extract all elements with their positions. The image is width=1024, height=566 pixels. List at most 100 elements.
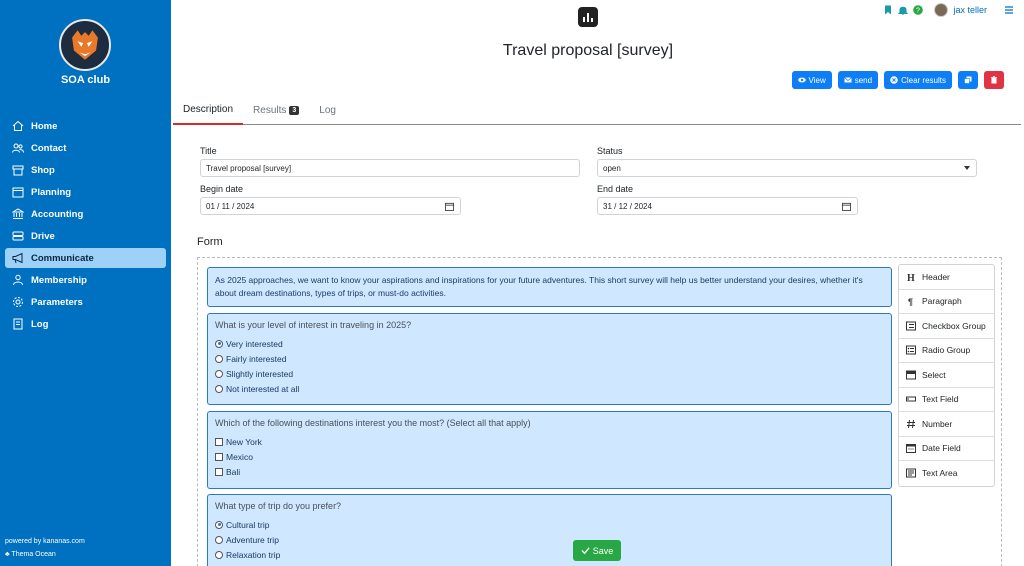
palette-radio-group[interactable]: Radio Group	[899, 339, 994, 363]
radio-option[interactable]: Adventure trip	[215, 532, 884, 547]
check-icon	[581, 547, 590, 555]
drive-icon	[12, 231, 24, 241]
radio-button[interactable]	[215, 535, 223, 544]
radio-option[interactable]: Slightly interested	[215, 366, 884, 381]
radio-option[interactable]: Not interested at all	[215, 381, 884, 396]
sidebar-item-accounting[interactable]: Accounting	[5, 204, 166, 224]
title-input[interactable]: Travel proposal [survey]	[200, 159, 580, 177]
radio-option[interactable]: Fairly interested	[215, 351, 884, 366]
delete-button[interactable]	[984, 71, 1004, 89]
sidebar-item-contact[interactable]: Contact	[5, 138, 166, 158]
radio-option[interactable]: Relaxation trip	[215, 547, 884, 562]
intro-paragraph: As 2025 approaches, we want to know your…	[215, 275, 863, 298]
calendar-icon	[12, 187, 24, 198]
theme-label: Thema Ocean	[11, 551, 56, 558]
help-icon[interactable]: ?	[913, 5, 924, 15]
sidebar-item-home[interactable]: Home	[5, 116, 166, 136]
palette-select[interactable]: Select	[899, 363, 994, 388]
option-label: Fairly interested	[226, 353, 287, 364]
list-icon	[906, 345, 916, 355]
sidebar-item-log[interactable]: Log	[5, 314, 166, 334]
checkbox[interactable]	[215, 437, 223, 446]
radio-group-field[interactable]: What type of trip do you prefer? Cultura…	[207, 494, 892, 566]
end-date-label: End date	[597, 184, 634, 194]
clear-results-button[interactable]: Clear results	[884, 71, 952, 89]
user-name[interactable]: jax teller	[953, 5, 987, 15]
radio-option[interactable]: Cultural trip	[215, 517, 884, 532]
view-label: View	[808, 75, 826, 85]
palette-text-area[interactable]: Text Area	[899, 461, 994, 486]
title-value: Travel proposal [survey]	[206, 163, 292, 173]
palette-checkbox-group[interactable]: Checkbox Group	[899, 314, 994, 339]
journal-icon	[13, 318, 23, 330]
sidebar-item-label: Parameters	[31, 296, 83, 308]
checkbox-group-field[interactable]: Which of the following destinations inte…	[207, 411, 892, 489]
sidebar-item-planning[interactable]: Planning	[5, 182, 166, 202]
radio-button[interactable]	[215, 520, 223, 529]
view-button[interactable]: View	[791, 71, 832, 89]
paragraph-field[interactable]: As 2025 approaches, we want to know your…	[207, 267, 892, 307]
palette-paragraph[interactable]: ¶ Paragraph	[899, 290, 994, 314]
club-name: SOA club	[60, 74, 111, 86]
radio-button[interactable]	[215, 550, 223, 559]
sidebar-item-membership[interactable]: Membership	[5, 270, 166, 290]
textbox-icon	[906, 396, 916, 402]
duplicate-button[interactable]	[958, 71, 978, 89]
user-avatar[interactable]	[934, 3, 949, 17]
tab-results[interactable]: Results 3	[243, 96, 309, 125]
bookmark-icon[interactable]	[883, 5, 893, 15]
x-circle-icon	[890, 76, 898, 84]
club-logo[interactable]	[59, 19, 111, 71]
sidebar-item-communicate[interactable]: Communicate	[5, 248, 166, 268]
checkbox-option[interactable]: New York	[215, 434, 884, 449]
palette-text-field[interactable]: Text Field	[899, 388, 994, 412]
sidebar: SOA club Home Contact Shop Planning Acco…	[0, 0, 171, 566]
checkbox-option[interactable]: Mexico	[215, 449, 884, 464]
checkbox[interactable]	[215, 452, 223, 461]
begin-date-label: Begin date	[200, 184, 244, 194]
bell-icon[interactable]	[898, 5, 909, 15]
save-button[interactable]: Save	[573, 540, 621, 561]
radio-group-field[interactable]: What is your level of interest in travel…	[207, 313, 892, 405]
powered-by-text[interactable]: powered by kananas.com	[5, 538, 85, 545]
option-label: Bali	[226, 466, 241, 477]
sidebar-item-parameters[interactable]: Parameters	[5, 292, 166, 312]
calendar-icon[interactable]	[842, 202, 851, 211]
page-title: Travel proposal [survey]	[502, 42, 674, 59]
checklist-icon	[906, 321, 916, 331]
begin-date-input[interactable]: 01 / 11 / 2024	[200, 197, 461, 215]
radio-button[interactable]	[215, 339, 223, 348]
sidebar-item-shop[interactable]: Shop	[5, 160, 166, 180]
end-date-input[interactable]: 31 / 12 / 2024	[597, 197, 858, 215]
sidebar-item-drive[interactable]: Drive	[5, 226, 166, 246]
radio-button[interactable]	[215, 354, 223, 363]
palette-date-field[interactable]: Date Field	[899, 437, 994, 461]
svg-text:¶: ¶	[908, 297, 913, 306]
palette-header[interactable]: H Header	[899, 265, 994, 290]
status-select[interactable]: open	[597, 159, 977, 177]
sidebar-nav: Home Contact Shop Planning Accounting Dr…	[5, 116, 166, 336]
menu-icon[interactable]	[1004, 5, 1014, 15]
palette-number[interactable]: Number	[899, 412, 994, 437]
palette-label: Header	[922, 271, 950, 282]
trash-icon	[991, 76, 997, 84]
tab-description[interactable]: Description	[173, 96, 244, 125]
question-label: Which of the following destinations inte…	[215, 418, 531, 428]
sidebar-item-label: Shop	[31, 164, 55, 176]
tab-log[interactable]: Log	[309, 96, 346, 125]
calendar-icon[interactable]	[445, 202, 454, 211]
send-button[interactable]: send	[837, 71, 879, 89]
shop-icon	[12, 165, 24, 176]
radio-button[interactable]	[215, 369, 223, 378]
svg-text:?: ?	[917, 8, 921, 15]
option-label: Slightly interested	[226, 368, 294, 379]
radio-button[interactable]	[215, 384, 223, 393]
sidebar-item-label: Membership	[31, 274, 87, 286]
checkbox[interactable]	[215, 467, 223, 476]
copy-icon	[964, 76, 972, 84]
checkbox-option[interactable]: Bali	[215, 464, 884, 479]
radio-option[interactable]: Very interested	[215, 336, 884, 351]
theme-selector[interactable]: ♣ Thema Ocean	[5, 551, 56, 558]
begin-date-value: 01 / 11 / 2024	[206, 201, 255, 211]
chevron-down-icon	[964, 166, 970, 170]
